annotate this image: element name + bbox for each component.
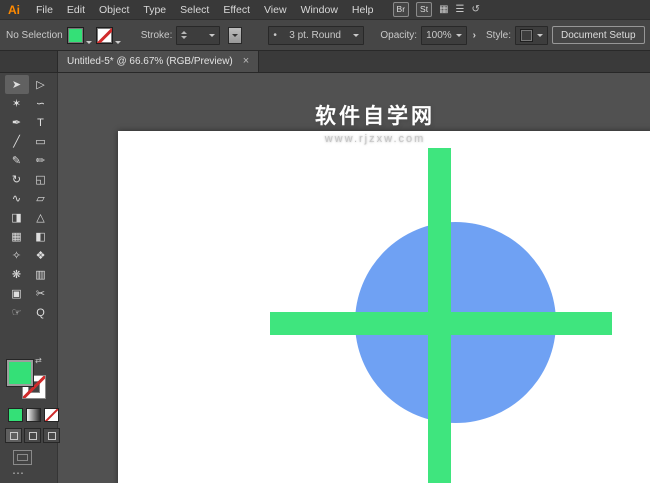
- menu-select[interactable]: Select: [173, 4, 216, 16]
- edit-toolbar-ellipsis-icon[interactable]: ⋯: [12, 466, 26, 480]
- width-tool[interactable]: ∿: [5, 189, 29, 208]
- line-segment-tool[interactable]: ╱: [5, 132, 29, 151]
- canvas-area[interactable]: 软件自学网 www.rjzxw.com: [57, 72, 650, 483]
- column-graph-tool[interactable]: ▥: [29, 265, 53, 284]
- swap-fill-stroke-icon[interactable]: ⇄: [35, 356, 42, 365]
- draw-normal-button[interactable]: [5, 428, 22, 443]
- free-transform-tool[interactable]: ▱: [29, 189, 53, 208]
- arrange-documents-icon[interactable]: ▦: [439, 4, 448, 15]
- gradient-button[interactable]: [26, 408, 41, 422]
- direct-selection-tool[interactable]: ▷: [29, 75, 53, 94]
- document-setup-button[interactable]: Document Setup: [552, 26, 645, 44]
- selection-status: No Selection: [6, 29, 63, 41]
- paintbrush-tool[interactable]: ✎: [5, 151, 29, 170]
- menu-effect[interactable]: Effect: [216, 4, 257, 16]
- blend-tool[interactable]: ❖: [29, 246, 53, 265]
- type-tool[interactable]: T: [29, 113, 53, 132]
- gradient-tool[interactable]: ◧: [29, 227, 53, 246]
- bridge-button[interactable]: Br: [392, 2, 410, 17]
- none-button[interactable]: [44, 408, 59, 422]
- symbol-sprayer-tool[interactable]: ❋: [5, 265, 29, 284]
- control-bar: No Selection Stroke: • 3 pt. Round Opaci…: [0, 19, 650, 51]
- stroke-color-control[interactable]: [95, 26, 121, 44]
- menu-window[interactable]: Window: [294, 4, 345, 16]
- screen-mode-button[interactable]: [13, 450, 32, 465]
- document-tab-bar: Untitled-5* @ 66.67% (RGB/Preview) ×: [0, 49, 650, 73]
- eyedropper-tool[interactable]: ✧: [5, 246, 29, 265]
- document-tab-title: Untitled-5* @ 66.67% (RGB/Preview): [67, 55, 233, 67]
- scale-tool[interactable]: ◱: [29, 170, 53, 189]
- chevron-down-icon: [353, 33, 360, 37]
- close-icon[interactable]: ×: [243, 55, 249, 67]
- chevron-down-icon: [232, 33, 239, 37]
- style-label: Style:: [486, 29, 512, 41]
- color-mode-buttons: [8, 408, 59, 422]
- menu-file[interactable]: File: [29, 4, 60, 16]
- menu-edit[interactable]: Edit: [60, 4, 92, 16]
- color-button[interactable]: [8, 408, 23, 422]
- fill-swatch[interactable]: [66, 26, 84, 44]
- chevron-down-icon: [114, 40, 121, 44]
- fill-color-control[interactable]: [66, 26, 92, 44]
- draw-inside-button[interactable]: [43, 428, 60, 443]
- magic-wand-tool[interactable]: ✶: [5, 94, 29, 113]
- draw-behind-button[interactable]: [24, 428, 41, 443]
- chevron-down-icon: [85, 40, 92, 44]
- artboard[interactable]: [118, 131, 650, 483]
- lasso-tool[interactable]: ∽: [29, 94, 53, 113]
- chevron-down-icon: [209, 33, 216, 37]
- menu-bar: Ai File Edit Object Type Select Effect V…: [0, 0, 650, 20]
- stock-button[interactable]: St: [416, 2, 433, 17]
- menu-view[interactable]: View: [257, 4, 294, 16]
- sync-icon[interactable]: ↺: [471, 4, 479, 15]
- tools-grid: ➤ ▷ ✶ ∽ ✒ T ╱ ▭ ✎ ✏ ↻ ◱ ∿ ▱ ◨ △ ▦ ◧ ✧ ❖ …: [0, 72, 57, 322]
- pencil-tool[interactable]: ✏: [29, 151, 53, 170]
- zoom-tool[interactable]: Q: [29, 303, 53, 322]
- opacity-label: Opacity:: [380, 29, 418, 41]
- stroke-label: Stroke:: [140, 29, 173, 41]
- width-profile-dropdown[interactable]: [228, 26, 243, 44]
- document-tab[interactable]: Untitled-5* @ 66.67% (RGB/Preview) ×: [57, 50, 260, 72]
- menu-object[interactable]: Object: [92, 4, 136, 16]
- opacity-dropdown[interactable]: 100%: [421, 25, 467, 45]
- menu-help[interactable]: Help: [345, 4, 381, 16]
- mesh-tool[interactable]: ▦: [5, 227, 29, 246]
- brush-definition-dropdown[interactable]: • 3 pt. Round: [268, 25, 365, 45]
- fill-stroke-indicator: ⇄: [7, 356, 51, 402]
- stroke-weight-stepper[interactable]: [176, 25, 221, 45]
- shape-builder-tool[interactable]: ◨: [5, 208, 29, 227]
- rotate-tool[interactable]: ↻: [5, 170, 29, 189]
- watermark-title: 软件自学网: [315, 105, 435, 128]
- chevron-down-icon: [537, 33, 544, 37]
- tools-panel: ➤ ▷ ✶ ∽ ✒ T ╱ ▭ ✎ ✏ ↻ ◱ ∿ ▱ ◨ △ ▦ ◧ ✧ ❖ …: [0, 72, 60, 483]
- app-bar-buttons: Br St ▦ ☰ ↺: [392, 2, 480, 17]
- slice-tool[interactable]: ✂: [29, 284, 53, 303]
- brush-preview-dot: •: [273, 29, 277, 41]
- green-horizontal-bar-shape[interactable]: [270, 312, 612, 335]
- fill-indicator[interactable]: [7, 360, 33, 386]
- workspace-icon[interactable]: ☰: [456, 4, 465, 15]
- hand-tool[interactable]: ☞: [5, 303, 29, 322]
- draw-mode-buttons: [5, 428, 60, 443]
- opacity-value[interactable]: 100%: [426, 30, 452, 41]
- style-dropdown[interactable]: [515, 25, 549, 45]
- chevron-down-icon: [455, 33, 462, 37]
- brush-definition-value: 3 pt. Round: [289, 29, 341, 41]
- perspective-grid-tool[interactable]: △: [29, 208, 53, 227]
- chevron-right-icon[interactable]: ›: [471, 30, 478, 41]
- selection-tool[interactable]: ➤: [4, 75, 29, 94]
- stepper-arrows-icon[interactable]: [181, 31, 188, 39]
- pen-tool[interactable]: ✒: [5, 113, 29, 132]
- stroke-none-swatch[interactable]: [95, 26, 113, 44]
- menu-type[interactable]: Type: [136, 4, 173, 16]
- style-swatch[interactable]: [520, 28, 534, 42]
- app-logo: Ai: [8, 2, 20, 17]
- artboard-tool[interactable]: ▣: [5, 284, 29, 303]
- rectangle-tool[interactable]: ▭: [29, 132, 53, 151]
